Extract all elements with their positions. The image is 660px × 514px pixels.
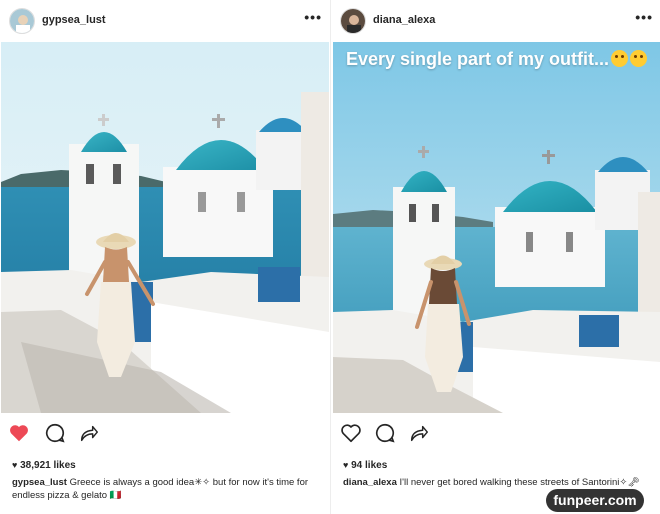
post-header: diana_alexa ••• [331, 0, 660, 42]
username[interactable]: diana_alexa [373, 14, 435, 26]
username[interactable]: gypsea_lust [42, 14, 106, 26]
post-diana: diana_alexa ••• Every single part of my … [331, 0, 660, 514]
avatar[interactable] [9, 8, 35, 34]
comment-icon[interactable] [374, 422, 396, 444]
heart-icon[interactable] [8, 422, 30, 444]
laughing-emoji-icon [611, 50, 629, 67]
watermark: funpeer.com [546, 489, 644, 512]
more-icon[interactable]: ••• [635, 10, 653, 24]
post-caption: gypsea_lust Greece is always a good idea… [12, 476, 318, 502]
caption-username[interactable]: gypsea_lust [12, 477, 67, 488]
comment-icon[interactable] [44, 422, 66, 444]
likes-heart-icon: ♥ [343, 460, 349, 470]
avatar[interactable] [340, 8, 366, 34]
story-text-overlay: Every single part of my outfit... [333, 48, 660, 70]
share-icon[interactable] [78, 422, 100, 444]
post-gypsea: gypsea_lust ••• ♥ 38,921 likes gypsea_lu… [0, 0, 330, 514]
likes-heart-icon: ♥ [12, 460, 18, 470]
likes-count[interactable]: ♥ 94 likes [343, 460, 387, 471]
post-header: gypsea_lust ••• [0, 0, 330, 42]
caption-username[interactable]: diana_alexa [343, 477, 397, 488]
shocked-emoji-icon [630, 50, 648, 67]
post-photo[interactable]: Every single part of my outfit... [333, 42, 660, 413]
caption-text: I'll never get bored walking these stree… [399, 477, 640, 488]
post-caption: diana_alexa I'll never get bored walking… [343, 476, 649, 489]
more-icon[interactable]: ••• [304, 10, 322, 24]
post-photo[interactable] [1, 42, 329, 413]
heart-icon[interactable] [340, 422, 362, 444]
share-icon[interactable] [408, 422, 430, 444]
likes-count[interactable]: ♥ 38,921 likes [12, 460, 76, 471]
